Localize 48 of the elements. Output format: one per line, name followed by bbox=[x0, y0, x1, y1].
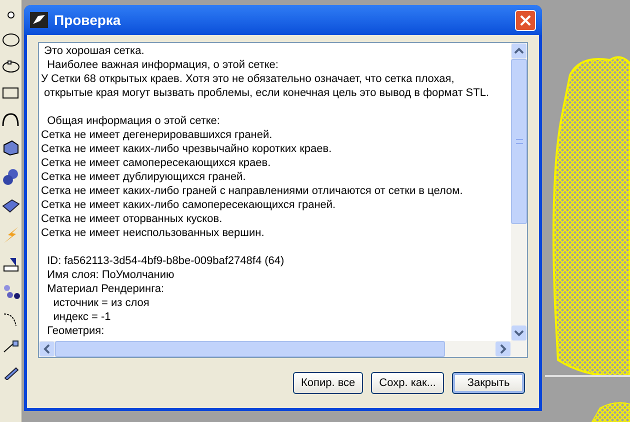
report-line: Это хорошая сетка. bbox=[43, 44, 146, 58]
point-tool-icon[interactable] bbox=[6, 10, 16, 20]
horizontal-scrollbar[interactable] bbox=[39, 341, 527, 357]
report-line: Сетка не имеет самопересекающихся краев. bbox=[41, 156, 272, 170]
window-title: Проверка bbox=[54, 10, 122, 30]
surface-tool-icon[interactable] bbox=[2, 198, 20, 214]
curve-tool-icon[interactable] bbox=[2, 312, 20, 328]
pencil-tool-icon[interactable] bbox=[2, 366, 20, 380]
rectangle-tool-icon[interactable] bbox=[2, 86, 20, 100]
report-line: У Сетки 68 открытых краев. Хотя это не обязательно означает, что сетка плохая, bbox=[41, 72, 456, 86]
report-line: Сетка не имеет неиспользованных вершин. bbox=[41, 226, 266, 240]
scroll-down-button[interactable] bbox=[511, 325, 527, 341]
scrollbar-thumb[interactable] bbox=[511, 59, 527, 224]
box-tool-icon[interactable] bbox=[2, 140, 20, 156]
report-line: Имя слоя: ПоУмолчанию bbox=[46, 268, 176, 282]
report-line: источник = из слоя bbox=[52, 296, 150, 310]
report-line: Геометрия: bbox=[46, 324, 106, 338]
spheres-tool-icon[interactable] bbox=[2, 168, 20, 186]
report-line: индекс = -1 bbox=[52, 310, 112, 324]
report-line: Сетка не имеет дегенерировавшихся граней. bbox=[41, 128, 274, 142]
ellipse-tool-icon[interactable] bbox=[2, 32, 20, 48]
scroll-right-button[interactable] bbox=[495, 341, 511, 357]
app-icon bbox=[30, 12, 48, 28]
report-line: Сетка не имеет каких-либо самопересекающихся граней. bbox=[41, 198, 337, 212]
dialog-button[interactable]: Закрыть bbox=[452, 372, 525, 394]
scrollbar-thumb[interactable] bbox=[55, 341, 445, 357]
scroll-left-button[interactable] bbox=[39, 341, 55, 357]
mesh-wireframe-drawing bbox=[590, 400, 630, 422]
close-icon bbox=[520, 14, 531, 26]
vertical-scrollbar[interactable] bbox=[511, 43, 527, 341]
dialog-button[interactable]: Сохр. как... bbox=[371, 372, 444, 394]
close-button[interactable] bbox=[515, 10, 536, 30]
report-line: открытые края могут вызвать проблемы, если конечная цель это вывод в формат STL. bbox=[43, 86, 490, 100]
report-line: Общая информация о этой сетке: bbox=[46, 114, 221, 128]
report-line: Материал Рендеринга: bbox=[46, 282, 166, 296]
report-line: Сетка не имеет оторванных кусков. bbox=[41, 212, 224, 226]
dialog-button[interactable]: Копир. все bbox=[292, 372, 364, 394]
scroll-up-button[interactable] bbox=[511, 43, 527, 59]
report-line: Сетка не имеет дублирующихся граней. bbox=[41, 170, 247, 184]
report-line: Сетка не имеет каких-либо чрезвычайно коротких краев. bbox=[41, 142, 333, 156]
arc-tool-icon[interactable] bbox=[2, 112, 20, 128]
dimension-tool-icon[interactable] bbox=[2, 256, 20, 272]
move-arrow-icon[interactable] bbox=[2, 340, 20, 354]
report-line: Сетка не имеет каких-либо граней с направлениями отличаются от сетки в целом. bbox=[41, 184, 464, 198]
dots-tool-icon[interactable] bbox=[2, 284, 20, 300]
report-line: Наиболее важная информация, о этой сетке: bbox=[46, 58, 280, 72]
ellipse-tool-icon[interactable] bbox=[2, 60, 20, 74]
report-line: ID: fa562113-3d54-4bf9-b8be-009baf2748f4 (64) bbox=[46, 254, 286, 268]
